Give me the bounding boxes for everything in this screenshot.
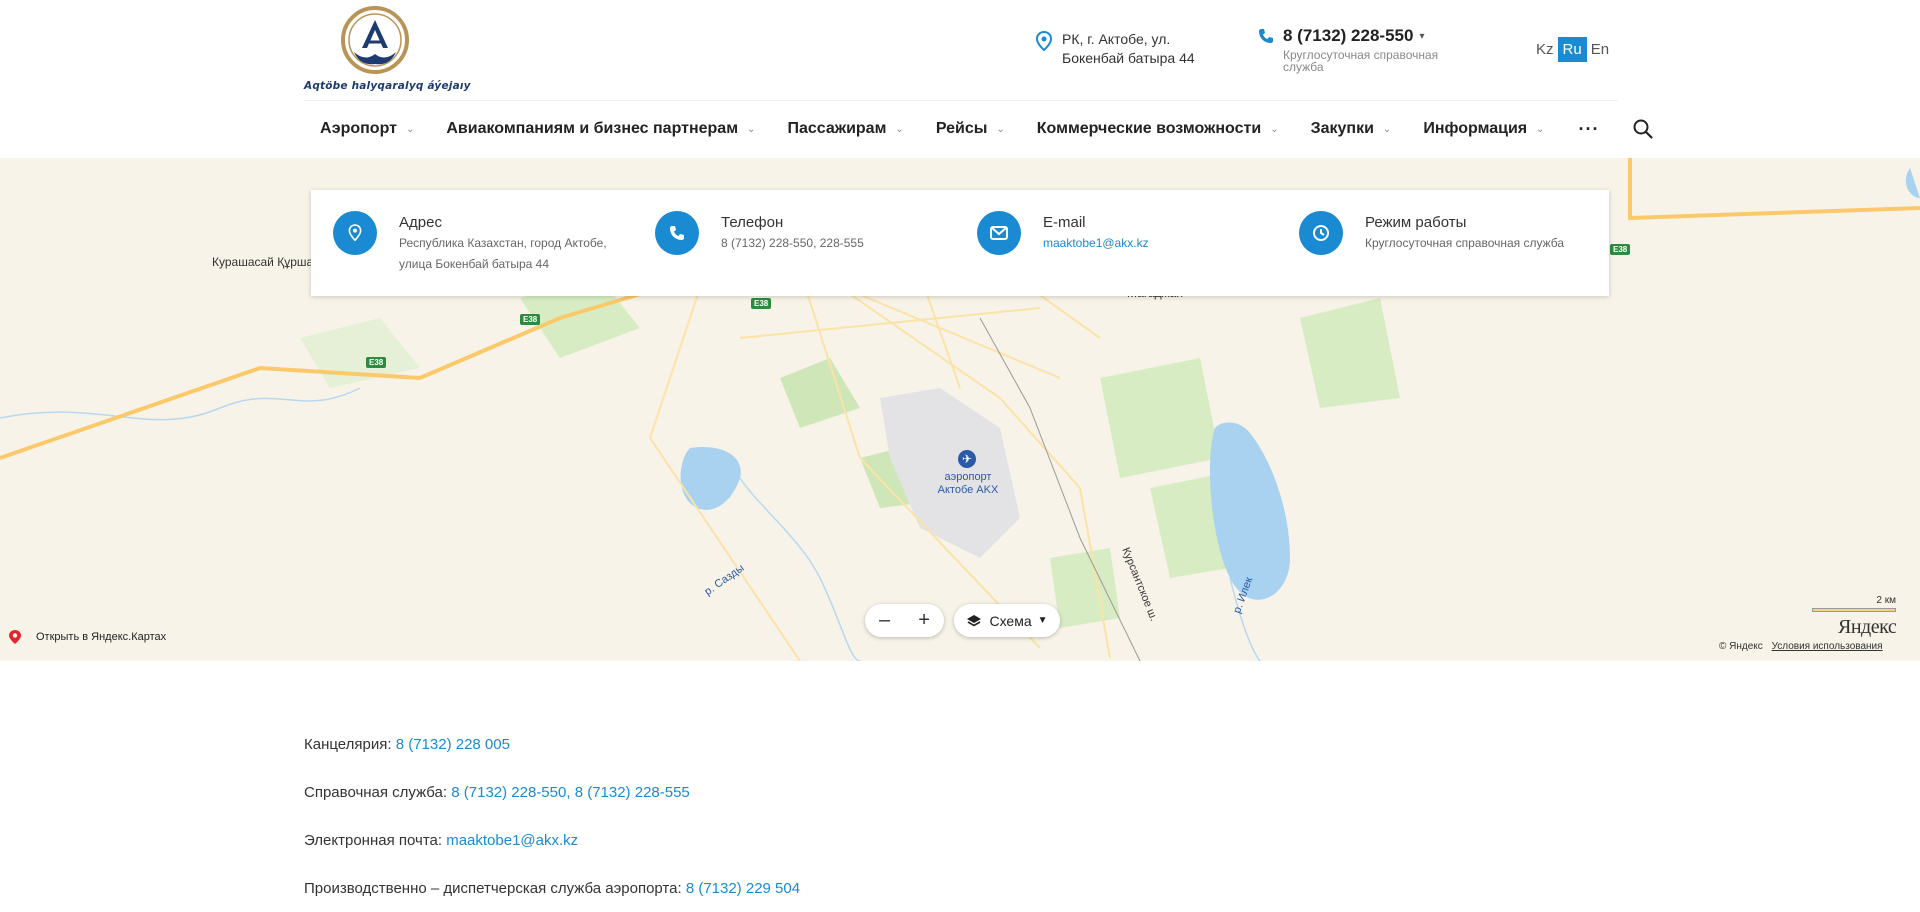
nav-item-procurement[interactable]: Закупки ⌄ [1295, 120, 1408, 138]
contacts-list: Канцелярия: 8 (7132) 228 005 Справочная … [304, 736, 800, 912]
layers-icon [967, 614, 982, 626]
language-switcher: Kz Ru En [1532, 37, 1613, 62]
contact-email: Электронная почта: maaktobe1@akx.kz [304, 832, 800, 849]
nav-item-label: Закупки [1310, 120, 1374, 137]
logo-emblem [341, 6, 409, 74]
contact-email-link[interactable]: maaktobe1@akx.kz [446, 832, 578, 849]
lang-kz[interactable]: Kz [1532, 37, 1558, 62]
yandex-logo[interactable]: Яндекс [1838, 616, 1897, 639]
highway-badge: E38 [751, 298, 772, 309]
chevron-down-icon: ⌄ [996, 123, 1005, 135]
map-copyright: © Яндекс Условия использования [1719, 641, 1883, 652]
clock-icon [1299, 211, 1343, 255]
info-phone: Телефон 8 (7132) 228-550, 228-555 [633, 211, 955, 296]
nav-item-commercial[interactable]: Коммерческие возможности ⌄ [1021, 120, 1295, 138]
info-email-title: E-mail [1043, 214, 1086, 231]
lang-ru[interactable]: Ru [1557, 37, 1587, 62]
highway-badge: E38 [520, 314, 541, 325]
phone-icon [1259, 29, 1273, 43]
terms-link[interactable]: Условия использования [1772, 641, 1883, 652]
contact-phone-link[interactable]: 8 (7132) 228-555 [575, 784, 690, 801]
highway-badge: E38 [1610, 244, 1631, 255]
info-hours: Режим работы Круглосуточная справочная с… [1277, 211, 1599, 296]
nav-item-passengers[interactable]: Пассажирам ⌄ [771, 120, 919, 138]
yandex-logo-text: Яндекс [1838, 616, 1897, 638]
yandex-map[interactable]: Курашасай Құршасай Магаджан Магаджан р. … [0, 158, 1920, 661]
location-pin-icon [1035, 31, 1053, 51]
chevron-down-icon[interactable]: ▾ [1419, 31, 1424, 42]
nav-item-label: Аэропорт [320, 120, 397, 137]
chevron-down-icon: ⌄ [747, 123, 756, 135]
contact-label: Электронная почта: [304, 832, 443, 849]
zoom-in-button[interactable]: + [918, 609, 930, 632]
copyright-text: © Яндекс [1719, 641, 1763, 652]
info-phone-title: Телефон [721, 214, 784, 231]
map-scale-label: 2 км [1876, 595, 1896, 606]
nav-item-airlines[interactable]: Авиакомпаниям и бизнес партнерам ⌄ [430, 120, 771, 138]
contact-help-desk: Справочная служба: 8 (7132) 228-550, 8 (… [304, 784, 800, 801]
nav-item-label: Информация [1423, 120, 1528, 137]
nav-item-information[interactable]: Информация ⌄ [1407, 120, 1560, 138]
location-pin-icon [333, 211, 377, 255]
chevron-down-icon: ▼ [1037, 615, 1048, 626]
logo-text: Aqtöbe halyqaralyq áýejaıy [304, 80, 471, 92]
info-email-link[interactable]: maaktobe1@akx.kz [1043, 233, 1273, 254]
zoom-control: – + [865, 604, 944, 637]
zoom-out-button[interactable]: – [879, 609, 890, 632]
contact-office: Канцелярия: 8 (7132) 228 005 [304, 736, 800, 753]
site-header: Aqtöbe halyqaralyq áýejaıy РК, г. Актобе… [0, 0, 1920, 158]
info-address: Адрес Республика Казахстан, город Актобе… [311, 211, 633, 296]
nav-item-flights[interactable]: Рейсы ⌄ [920, 120, 1021, 138]
airport-icon[interactable]: ✈ [958, 450, 976, 468]
header-divider [304, 100, 1618, 101]
nav-item-label: Пассажирам [787, 120, 887, 137]
open-in-yandex-label: Открыть в Яндекс.Картах [36, 631, 167, 643]
map-label-airport: аэропорт Актобе AKX [937, 471, 999, 496]
chevron-down-icon: ⌄ [895, 123, 904, 135]
contact-info-card: Адрес Республика Казахстан, город Актобе… [311, 190, 1609, 296]
chevron-down-icon: ⌄ [1536, 123, 1545, 135]
highway-badge: E38 [366, 357, 387, 368]
info-address-text: Республика Казахстан, город Актобе, улиц… [399, 236, 607, 271]
header-phone-number[interactable]: 8 (7132) 228-550 [1283, 26, 1413, 46]
info-hours-title: Режим работы [1365, 214, 1467, 231]
more-menu-icon[interactable]: ··· [1561, 119, 1618, 140]
phone-icon [655, 211, 699, 255]
contact-label: Справочная служба: [304, 784, 448, 801]
info-email: E-mail maaktobe1@akx.kz [955, 211, 1277, 296]
info-phone-text[interactable]: 8 (7132) 228-550, 228-555 [721, 233, 951, 254]
chevron-down-icon: ⌄ [1270, 123, 1279, 135]
nav-item-airport[interactable]: Аэропорт ⌄ [304, 120, 430, 138]
contact-phone-link[interactable]: 8 (7132) 228 005 [396, 736, 510, 753]
map-scale-bar [1812, 608, 1896, 612]
header-phone[interactable]: 8 (7132) 228-550 ▾ Круглосуточная справо… [1258, 26, 1473, 73]
chevron-down-icon: ⌄ [405, 123, 415, 135]
contact-phone-link[interactable]: 8 (7132) 229 504 [686, 880, 800, 897]
map-scale: 2 км [1812, 595, 1896, 612]
nav-item-label: Авиакомпаниям и бизнес партнерам [446, 120, 739, 137]
map-type-button[interactable]: Схема ▼ [954, 604, 1060, 637]
nav-item-label: Коммерческие возможности [1036, 120, 1262, 137]
contact-dispatch: Производственно – диспетчерская служба а… [304, 880, 800, 897]
yandex-pin-icon [9, 630, 21, 644]
mail-icon [977, 211, 1021, 255]
contact-phone-link[interactable]: 8 (7132) 228-550 [451, 784, 566, 801]
lang-en[interactable]: En [1587, 37, 1613, 62]
open-in-yandex-maps-link[interactable]: Открыть в Яндекс.Картах [8, 629, 166, 645]
nav-item-label: Рейсы [935, 120, 988, 137]
map-type-label: Схема [989, 612, 1032, 629]
header-address-text: РК, г. Актобе, ул. Бокенбай батыра 44 [1062, 31, 1195, 66]
search-icon[interactable] [1632, 118, 1654, 140]
chevron-down-icon: ⌄ [1382, 123, 1392, 135]
contact-label: Производственно – диспетчерская служба а… [304, 880, 682, 897]
header-address: РК, г. Актобе, ул. Бокенбай батыра 44 [1034, 30, 1222, 68]
contact-separator: , [566, 784, 571, 801]
logo[interactable]: Aqtöbe halyqaralyq áýejaıy [304, 6, 471, 96]
header-phone-caption: Круглосуточная справочная служба [1283, 48, 1439, 74]
info-address-title: Адрес [399, 214, 442, 231]
contact-label: Канцелярия: [304, 736, 392, 753]
main-nav: Аэропорт ⌄ Авиакомпаниям и бизнес партнер… [304, 112, 1654, 146]
info-hours-text: Круглосуточная справочная служба [1365, 236, 1565, 250]
